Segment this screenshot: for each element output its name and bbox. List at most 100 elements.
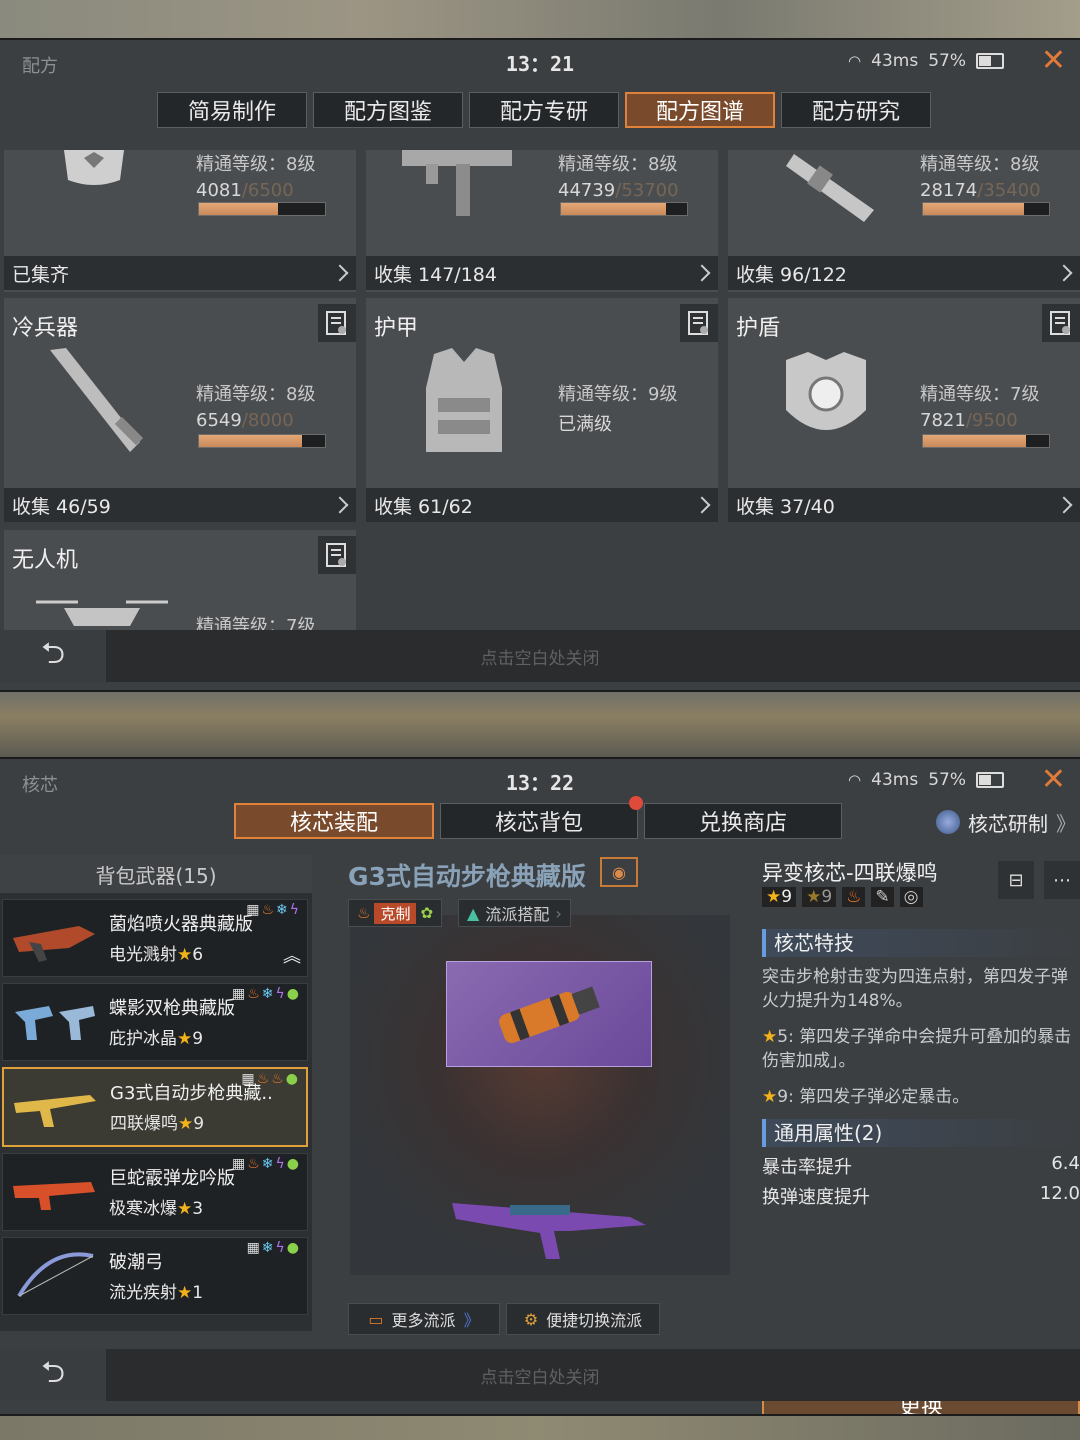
card-title: 护盾 <box>736 316 781 341</box>
codex-doc-icon[interactable] <box>318 304 356 342</box>
wifi-icon: ◠ <box>848 771 862 789</box>
mastery-level: 精通等级：8级 <box>196 154 316 175</box>
tab-core-assembly[interactable]: 核芯装配 <box>234 803 434 839</box>
tab-recipe-codex[interactable]: 配方图鉴 <box>313 92 463 128</box>
list-item-selected[interactable]: ▦♨♨● G3式自动步枪典藏.. 四联爆鸣★9 <box>2 1067 308 1147</box>
element-icons: ▦♨❄ϟ● <box>232 1156 301 1172</box>
mastery-level: 精通等级：8级 <box>558 154 678 175</box>
double-chevron-icon: 》 <box>1056 811 1076 836</box>
list-item[interactable]: ▦❄ϟ● 破潮弓 流光疾射★1 <box>2 1237 308 1315</box>
codex-doc-icon[interactable] <box>318 536 356 574</box>
element-icons: ▦♨❄ϟ● <box>232 986 301 1002</box>
battery-text: 57% <box>928 770 966 790</box>
progress-bar <box>922 202 1050 216</box>
star9-effect: ★9: 第四发子弹必定暴击。 <box>762 1087 970 1107</box>
background-top <box>0 0 1080 38</box>
more-menu-button[interactable]: ⋯ <box>1044 861 1080 899</box>
codex-doc-icon[interactable] <box>680 304 718 342</box>
search-doc-button[interactable]: ⊟ <box>998 861 1034 899</box>
tab-recipe-research[interactable]: 配方研究 <box>781 92 931 128</box>
close-icon[interactable]: ✕ <box>1041 765 1066 795</box>
mastery-progress: 已满级 <box>558 414 612 435</box>
element-icons: ▦♨❄ϟ <box>246 902 301 918</box>
collect-row[interactable]: 收集 61/62 <box>366 488 718 522</box>
mastery-progress: 7821/9500 <box>920 410 1018 431</box>
bow-icon <box>9 1246 99 1306</box>
attr-row: 换弹速度提升 12.0 <box>762 1183 1080 1208</box>
vest-icon <box>422 348 506 462</box>
bottom-bar: 点击空白处关闭 ⮌ <box>0 1349 1080 1401</box>
collect-row[interactable]: 收集 46/59 <box>4 488 356 522</box>
counter-tag[interactable]: ♨ 克制 ✿ <box>348 899 443 927</box>
codex-doc-icon[interactable] <box>1042 304 1080 342</box>
chevron-right-icon: › <box>555 903 562 923</box>
wifi-icon: ◠ <box>848 52 862 70</box>
battery-icon <box>976 53 1004 69</box>
collect-row[interactable]: 收集 147/184 <box>366 256 718 290</box>
attr-row: 暴击率提升 6.4 <box>762 1153 1080 1178</box>
close-icon[interactable]: ✕ <box>1041 46 1066 76</box>
progress-bar <box>560 202 688 216</box>
progress-bar <box>922 434 1050 448</box>
card-title: 护甲 <box>374 316 419 341</box>
rifle-icon <box>10 1077 100 1137</box>
collapse-up-icon[interactable]: ︽ <box>283 942 301 968</box>
quick-switch-button[interactable]: ⚙ 便捷切换流派 <box>506 1303 660 1335</box>
recipe-card-armor: 护甲 精通等级：9级 已满级 <box>366 298 718 488</box>
list-item[interactable]: ▦♨❄ϟ● 蝶影双枪典藏版 庇护冰晶★9 <box>2 983 308 1061</box>
collect-row[interactable]: 已集齐 <box>4 256 356 290</box>
core-screen: 核芯 13：22 ◠ 43ms 57% ✕ 核芯装配 核芯背包 兑换商店 核芯研… <box>0 757 1080 1416</box>
bag-header: 背包武器(15) <box>0 855 312 893</box>
chevron-right-icon <box>693 496 711 514</box>
collect-row[interactable]: 收集 96/122 <box>728 256 1080 290</box>
progress-bar <box>198 434 326 448</box>
knife-icon: ✎ <box>871 887 894 907</box>
status-area: ◠ 43ms 57% <box>848 51 1004 71</box>
core-research-link[interactable]: 核芯研制 》 <box>936 807 1076 837</box>
view-eye-icon[interactable]: ◉ <box>600 857 638 887</box>
core-label: 电光溅射★6 <box>109 945 204 965</box>
core-label: 流光疾射★1 <box>109 1283 204 1303</box>
recipe-screen: 配方 13：21 ◠ 43ms 57% ✕ 简易制作 配方图鉴 配方专研 配方图… <box>0 38 1080 692</box>
mastery-level: 精通等级：8级 <box>920 154 1040 175</box>
background-middle <box>0 690 1080 757</box>
skill-header: 核芯特技 <box>762 929 1080 957</box>
tab-recipe-atlas[interactable]: 配方图谱 <box>625 92 775 128</box>
weapon-bag-list: 背包武器(15) ▦♨❄ϟ 菌焰喷火器典藏版 电光溅射★6 ︽ ▦♨❄ϟ● 蝶影… <box>0 855 312 1331</box>
shotgun-icon <box>9 1162 99 1222</box>
ping-text: 43ms <box>871 51 919 71</box>
chevron-right-icon <box>693 264 711 282</box>
back-button[interactable]: ⮌ <box>0 630 106 682</box>
tab-recipe-study[interactable]: 配方专研 <box>469 92 619 128</box>
list-item[interactable]: ▦♨❄ϟ● 巨蛇霰弹龙吟版 极寒冰爆★3 <box>2 1153 308 1231</box>
back-button[interactable]: ⮌ <box>0 1349 106 1401</box>
school-tag[interactable]: ▲ 流派搭配 › <box>458 899 571 927</box>
close-hint[interactable]: 点击空白处关闭 <box>0 1363 1080 1388</box>
core-label: 庇护冰晶★9 <box>109 1029 204 1049</box>
tab-exchange-shop[interactable]: 兑换商店 <box>644 803 842 839</box>
school-icon: ▲ <box>467 903 480 923</box>
fire-icon: ♨ <box>842 887 866 907</box>
core-label: 四联爆鸣★9 <box>110 1114 205 1134</box>
card-title: 无人机 <box>12 548 79 573</box>
top-bar: 核芯 13：22 ◠ 43ms 57% ✕ <box>0 759 1080 807</box>
chevron-right-icon <box>1055 496 1073 514</box>
close-hint[interactable]: 点击空白处关闭 <box>0 644 1080 669</box>
list-item[interactable]: ▦♨❄ϟ 菌焰喷火器典藏版 电光溅射★6 ︽ <box>2 899 308 977</box>
core-card <box>446 961 652 1067</box>
dual-pistols-icon <box>9 992 99 1052</box>
background-bottom <box>0 1414 1080 1440</box>
core-name: 异变核芯-四联爆鸣 <box>762 861 938 885</box>
core-details: 异变核芯-四联爆鸣 ★9 ★9 ♨ ✎ ◎ ⊟ ⋯ 核芯特技 突击步枪射击变为四… <box>752 855 1080 1414</box>
tab-core-bag[interactable]: 核芯背包 <box>440 796 643 839</box>
collect-row[interactable]: 收集 37/40 <box>728 488 1080 522</box>
mastery-progress: 6549/8000 <box>196 410 294 431</box>
chevron-right-icon <box>331 496 349 514</box>
status-area: ◠ 43ms 57% <box>848 770 1004 790</box>
tab-simple-craft[interactable]: 简易制作 <box>157 92 307 128</box>
more-schools-button[interactable]: ▭ 更多流派 》 <box>348 1303 500 1335</box>
bullet-icon: ▭ <box>368 1309 384 1329</box>
star5-effect: ★5: 第四发子弹命中会提升可叠加的暴击伤害加成」。 <box>762 1027 1072 1071</box>
cap-icon <box>54 150 134 194</box>
core-stats-row: ★9 ★9 ♨ ✎ ◎ <box>762 887 923 907</box>
